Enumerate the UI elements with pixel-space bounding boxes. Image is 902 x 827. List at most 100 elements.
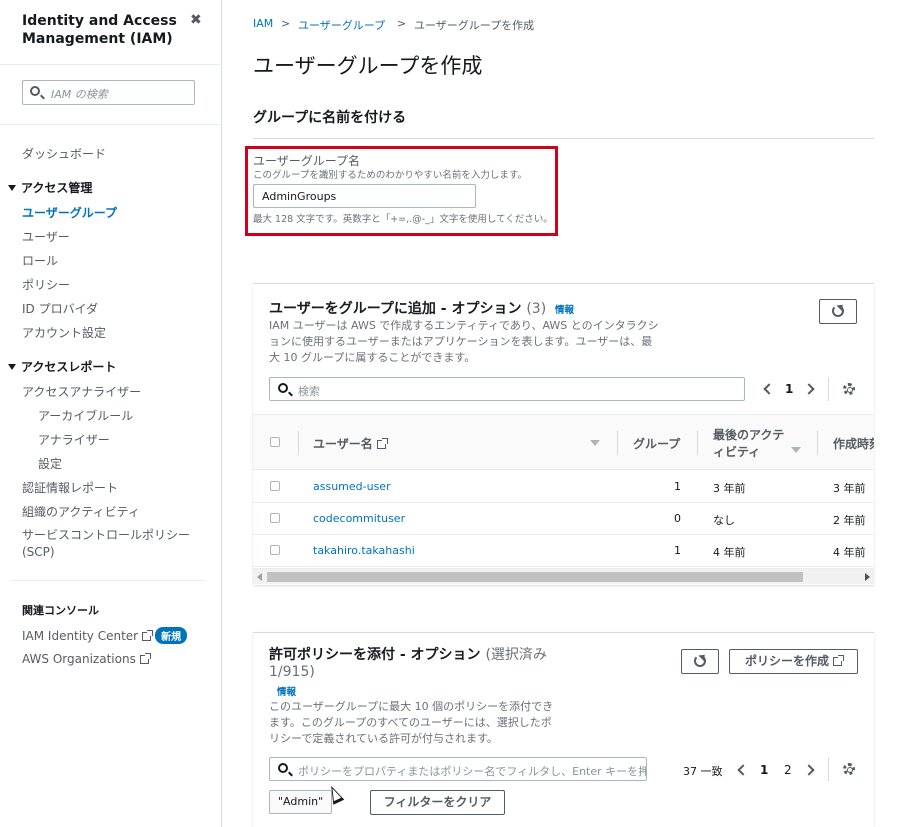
match-count: 37 一致 (683, 765, 723, 778)
table-row[interactable]: assumed-user 1 3 年前 3 年前 (253, 471, 874, 503)
create-policy-button[interactable]: ポリシーを作成 (729, 649, 858, 674)
info-link[interactable]: 情報 (555, 302, 574, 316)
attach-policies-title: 許可ポリシーを添付 - オプション (選択済み 1/915) (269, 647, 559, 681)
settings-gear-icon[interactable] (843, 763, 855, 775)
group-name-input[interactable]: AdminGroups (253, 184, 476, 208)
divider (0, 64, 222, 65)
sidebar-item-identity-providers[interactable]: ID プロバイダ (22, 300, 98, 317)
last-activity: 4 年前 (713, 546, 746, 559)
refresh-icon (832, 305, 844, 317)
sidebar-item-analyzer-settings[interactable]: 設定 (38, 455, 62, 472)
row-checkbox[interactable] (270, 481, 280, 491)
column-created[interactable]: 作成時刻 (833, 435, 874, 452)
add-users-description: IAM ユーザーは AWS で作成するエンティティであり、AWS とのインタラク… (269, 319, 659, 364)
user-count: (3) (526, 301, 547, 317)
next-page-icon[interactable] (803, 764, 815, 776)
caret-down-icon (8, 364, 16, 370)
link-label: IAM Identity Center (22, 629, 139, 643)
clear-filter-button[interactable]: フィルターをクリア (370, 790, 505, 815)
user-search-input[interactable]: 検索 (269, 377, 745, 401)
sidebar-item-user-groups[interactable]: ユーザーグループ (22, 204, 117, 221)
prev-page-icon[interactable] (737, 764, 749, 776)
attach-policies-description: このユーザーグループに最大 10 個のポリシーを添付できます。このグループのすべ… (269, 700, 554, 745)
horizontal-scrollbar[interactable] (253, 568, 874, 584)
add-users-panel: ユーザーをグループに追加 - オプション (3) 情報 IAM ユーザーは AW… (253, 283, 874, 585)
sidebar: Identity and Access Management (IAM) ✖ I… (0, 0, 222, 827)
column-label: ユーザー名 (313, 437, 373, 451)
created-time: 3 年前 (833, 482, 866, 495)
created-time: 2 年前 (833, 514, 866, 527)
sidebar-section-access-reports[interactable]: アクセスレポート (8, 358, 116, 375)
sort-icon[interactable] (791, 447, 801, 453)
refresh-button[interactable] (819, 299, 857, 324)
sidebar-item-dashboard[interactable]: ダッシュボード (22, 145, 106, 162)
button-label: ポリシーを作成 (744, 654, 829, 668)
title-text: ユーザーをグループに追加 - オプション (269, 301, 522, 317)
divider (253, 138, 874, 139)
username-link[interactable]: takahiro.takahashi (313, 544, 415, 557)
row-checkbox[interactable] (270, 545, 280, 555)
current-page[interactable]: 1 (785, 382, 793, 396)
breadcrumb-current: ユーザーグループを作成 (414, 19, 535, 32)
info-link[interactable]: 情報 (277, 684, 296, 698)
caret-down-icon (8, 185, 16, 191)
service-title: Identity and Access Management (IAM) (22, 13, 177, 47)
close-icon[interactable]: ✖ (190, 12, 202, 28)
sidebar-item-analyzers[interactable]: アナライザー (38, 431, 110, 448)
search-icon (278, 383, 288, 393)
sidebar-search-input[interactable]: IAM の検索 (22, 80, 195, 105)
search-icon (278, 763, 288, 773)
username-link[interactable]: codecommituser (313, 512, 405, 525)
sidebar-item-policies[interactable]: ポリシー (22, 276, 70, 293)
sidebar-item-access-analyzer[interactable]: アクセスアナライザー (22, 383, 141, 400)
scroll-right-icon[interactable] (865, 573, 870, 581)
sidebar-item-account-settings[interactable]: アカウント設定 (22, 324, 106, 341)
column-last-activity[interactable]: 最後のアクティビティ (713, 427, 793, 461)
sort-icon[interactable] (590, 440, 600, 446)
settings-gear-icon[interactable] (843, 383, 855, 395)
column-groups[interactable]: グループ (633, 435, 680, 452)
new-badge: 新規 (155, 627, 188, 644)
sidebar-item-roles[interactable]: ロール (22, 252, 58, 269)
search-placeholder: ポリシーをプロパティまたはポリシー名でフィルタし、Enter キーを押します (298, 765, 647, 778)
prev-page-icon[interactable] (763, 383, 775, 395)
scrollbar-thumb[interactable] (267, 572, 803, 582)
next-page-icon[interactable] (803, 383, 815, 395)
column-username[interactable]: ユーザー名 (313, 435, 388, 452)
sidebar-search-placeholder: IAM の検索 (51, 88, 108, 101)
page-title: ユーザーグループを作成 (253, 54, 483, 78)
group-count: 0 (674, 512, 681, 525)
sidebar-link-organizations[interactable]: AWS Organizations (22, 652, 151, 666)
title-text: 許可ポリシーを添付 - オプション (269, 647, 481, 663)
policy-search-input[interactable]: ポリシーをプロパティまたはポリシー名でフィルタし、Enter キーを押します (269, 757, 647, 781)
external-link-icon (833, 655, 844, 666)
divider (828, 757, 829, 781)
scroll-left-icon[interactable] (257, 573, 262, 581)
sidebar-item-users[interactable]: ユーザー (22, 228, 70, 245)
column-separator (817, 431, 818, 455)
sidebar-item-archive-rules[interactable]: アーカイブルール (38, 407, 133, 424)
select-all-checkbox[interactable] (270, 437, 280, 447)
section-label: アクセス管理 (21, 181, 93, 195)
sidebar-item-organization-activity[interactable]: 組織のアクティビティ (22, 503, 140, 520)
breadcrumb-user-groups[interactable]: ユーザーグループ (298, 17, 385, 33)
last-activity: 3 年前 (713, 482, 746, 495)
sidebar-item-scp[interactable]: サービスコントロールポリシー (SCP) (22, 527, 192, 561)
refresh-button[interactable] (681, 649, 719, 674)
column-separator (298, 431, 299, 455)
table-row[interactable]: takahiro.takahashi 1 4 年前 4 年前 (253, 535, 874, 567)
row-checkbox[interactable] (270, 513, 280, 523)
sidebar-item-credential-report[interactable]: 認証情報レポート (22, 479, 118, 496)
group-count: 1 (674, 480, 681, 493)
breadcrumb-iam[interactable]: IAM (253, 17, 273, 30)
page-2[interactable]: 2 (784, 763, 792, 777)
table-row[interactable]: codecommituser 0 なし 2 年前 (253, 503, 874, 535)
breadcrumb-separator: > (281, 17, 291, 30)
sidebar-section-access-management[interactable]: アクセス管理 (8, 179, 92, 196)
page-1[interactable]: 1 (760, 763, 768, 777)
sidebar-link-identity-center[interactable]: IAM Identity Center 新規 (22, 627, 188, 644)
external-link-icon (376, 438, 388, 449)
filter-token[interactable]: "Admin" (269, 790, 333, 814)
username-link[interactable]: assumed-user (313, 480, 391, 493)
last-activity: なし (713, 514, 735, 527)
